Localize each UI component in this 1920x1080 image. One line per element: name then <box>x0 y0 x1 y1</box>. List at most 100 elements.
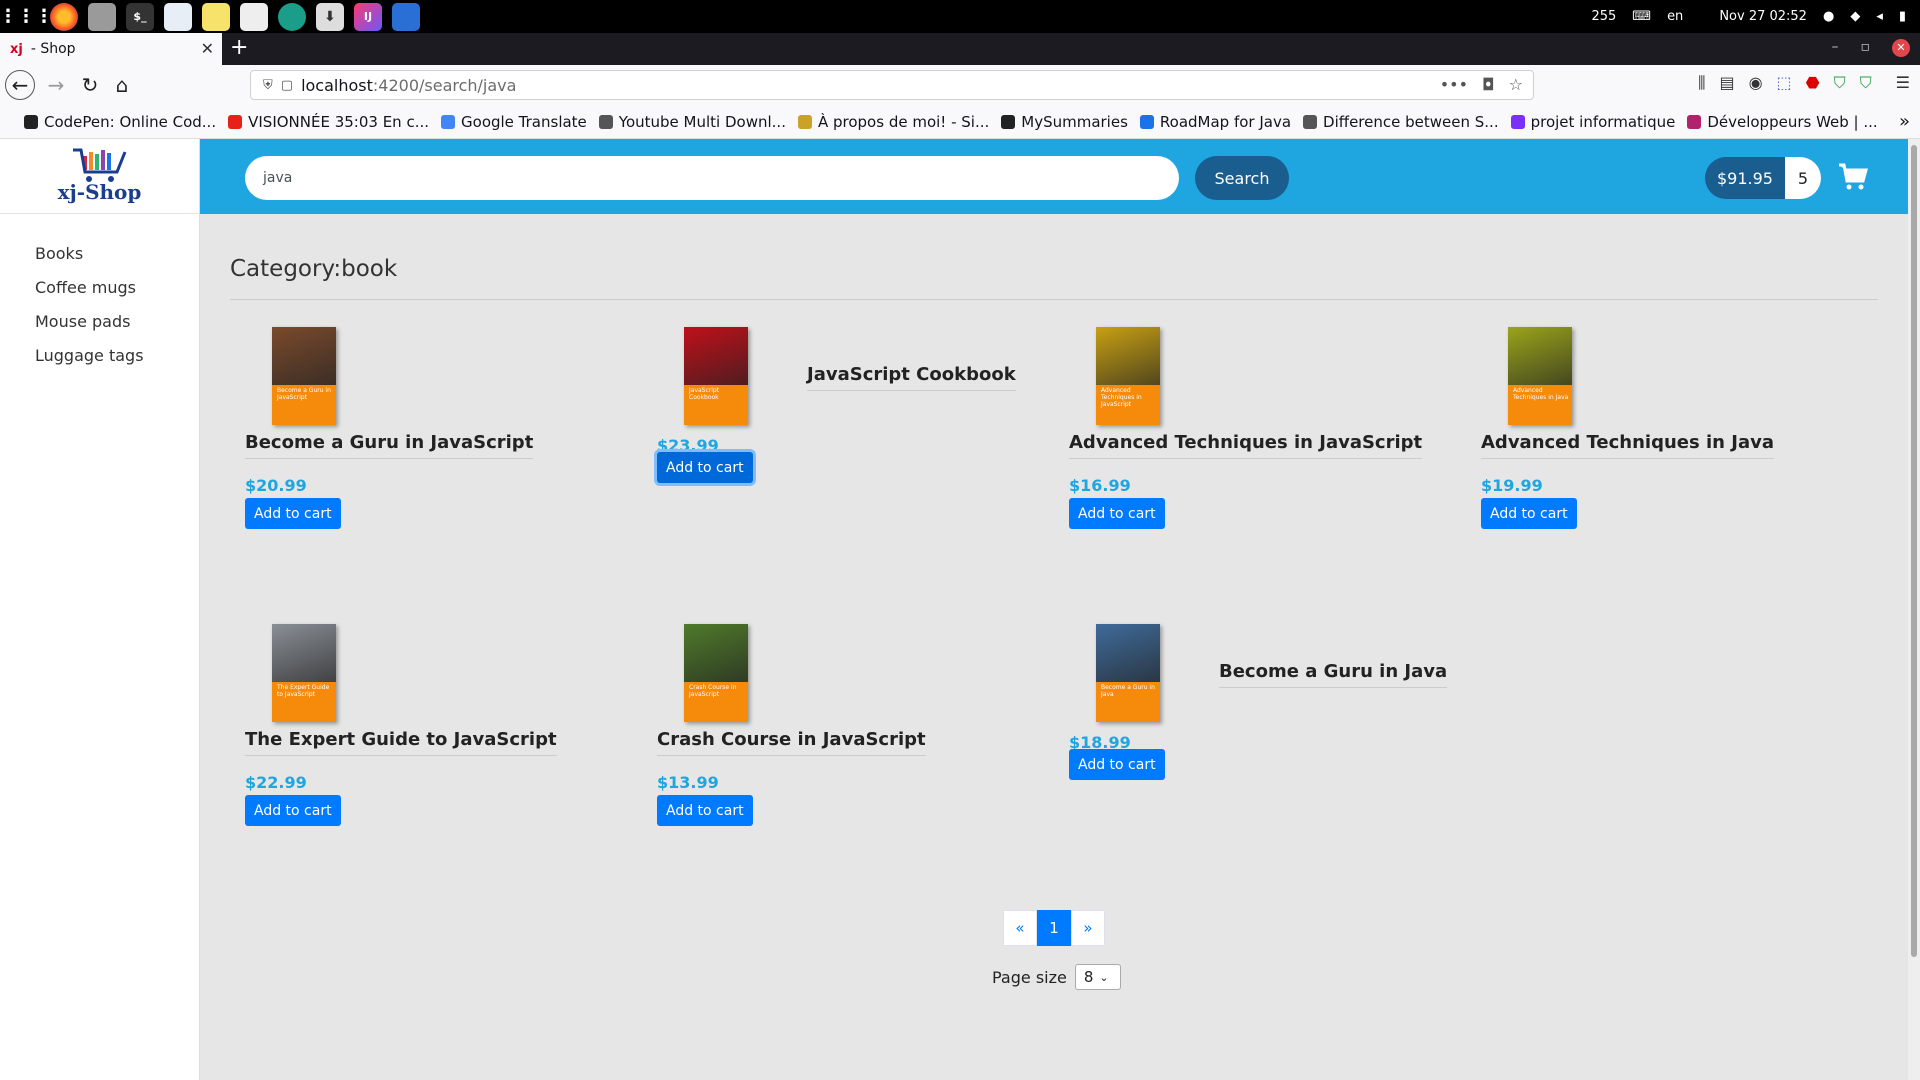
intellij-icon[interactable]: IJ <box>354 2 382 31</box>
bookmark-item[interactable]: MySummaries <box>1001 113 1128 131</box>
shopping-cart-icon[interactable] <box>1838 162 1868 192</box>
category-mouse-pads[interactable]: Mouse pads <box>35 312 199 346</box>
firefox-icon[interactable] <box>50 2 78 31</box>
bookmark-item[interactable]: Youtube Multi Downl... <box>598 112 786 131</box>
add-to-cart-button[interactable]: Add to cart <box>245 795 341 826</box>
bookmark-star-icon[interactable]: ☆ <box>1509 75 1523 94</box>
terminal-icon[interactable]: $_ <box>126 2 154 31</box>
forward-arrow-icon[interactable]: → <box>41 70 71 100</box>
add-to-cart-button[interactable]: Add to cart <box>1069 749 1165 780</box>
volume-icon[interactable]: ◂ <box>1876 9 1883 24</box>
extension-shield-icon[interactable]: ⛉ <box>1860 73 1872 93</box>
library-icon[interactable]: ⫼ <box>1698 73 1705 93</box>
product-name-link[interactable]: Become a Guru in Java <box>1219 661 1448 688</box>
bookmark-label: Youtube Multi Downl... <box>618 112 786 131</box>
pagination-next[interactable]: » <box>1071 910 1105 946</box>
search-button[interactable]: Search <box>1195 156 1289 200</box>
privacy-badger-icon[interactable]: ⛉ <box>1834 73 1846 93</box>
tab-shop[interactable]: xj - Shop ✕ <box>0 33 222 65</box>
category-coffee-mugs[interactable]: Coffee mugs <box>35 278 199 312</box>
clock[interactable]: Nov 27 02:52 <box>1719 9 1807 24</box>
bookmark-item[interactable]: Difference between S... <box>1303 113 1499 131</box>
book-cover-image[interactable]: Become a Guru in JavaScript <box>272 327 336 425</box>
menu-icon[interactable]: ☰ <box>1896 73 1910 93</box>
category-books[interactable]: Books <box>35 244 199 278</box>
bookmark-label: RoadMap for Java <box>1159 112 1292 131</box>
sidebar-toggle-icon[interactable]: ▤ <box>1719 73 1734 93</box>
scrollbar-thumb[interactable] <box>1911 145 1917 957</box>
restore-icon[interactable]: ▫ <box>1861 39 1871 57</box>
bookmark-item[interactable]: CodePen: Online Cod... <box>24 113 216 131</box>
product-name-link[interactable]: Advanced Techniques in Java <box>1481 432 1774 459</box>
add-to-cart-button[interactable]: Add to cart <box>1069 498 1165 529</box>
page-info-icon[interactable]: ▢ <box>281 78 293 93</box>
project-icon <box>1510 114 1525 129</box>
clipboard-icon[interactable] <box>240 2 268 31</box>
cart-total[interactable]: $91.95 <box>1705 157 1785 199</box>
account-icon[interactable]: ◉ <box>1749 73 1763 93</box>
battery-icon[interactable]: ▮ <box>1899 9 1906 24</box>
downloads-icon[interactable]: ⬇ <box>316 2 344 31</box>
add-to-cart-button[interactable]: Add to cart <box>1481 498 1577 529</box>
reload-icon[interactable]: ↻ <box>75 70 105 100</box>
adblock-icon[interactable]: ⬣ <box>1806 73 1820 93</box>
docs-icon[interactable] <box>392 2 420 31</box>
translate-ext-icon[interactable]: ⬚ <box>1777 73 1792 93</box>
finder-icon[interactable] <box>164 2 192 31</box>
product-name-link[interactable]: JavaScript Cookbook <box>807 364 1016 391</box>
add-to-cart-button[interactable]: Add to cart <box>657 452 753 483</box>
language-indicator[interactable]: en <box>1667 9 1683 24</box>
close-window-icon[interactable]: ✕ <box>1892 39 1910 57</box>
youtube-icon <box>228 114 243 129</box>
page-size-select[interactable]: 8 ⌄ <box>1074 964 1121 990</box>
new-tab-icon[interactable]: + <box>230 35 248 60</box>
book-cover-image[interactable]: Crash Course in JavaScript <box>684 624 748 722</box>
wifi-icon[interactable]: ◆ <box>1850 9 1860 24</box>
bookmark-label: CodePen: Online Cod... <box>44 112 217 131</box>
book-cover-image[interactable]: Become a Guru in Java <box>1096 624 1160 722</box>
cart-quantity[interactable]: 5 <box>1785 157 1821 199</box>
pocket-icon[interactable]: ◘ <box>1482 75 1495 94</box>
shield-count[interactable]: 255 <box>1591 9 1616 24</box>
close-tab-icon[interactable]: ✕ <box>201 39 214 58</box>
bookmark-item[interactable]: RoadMap for Java <box>1139 112 1292 131</box>
window-controls: – ▫ ✕ <box>1832 39 1910 57</box>
search-input[interactable]: java <box>245 156 1179 200</box>
notes-icon[interactable] <box>202 2 230 31</box>
category-luggage-tags[interactable]: Luggage tags <box>35 346 199 380</box>
shop-logo[interactable]: xj-Shop <box>0 139 199 214</box>
notification-dot-icon: ● <box>1822 9 1835 24</box>
chrome-icon[interactable] <box>278 2 306 31</box>
bookmark-item[interactable]: Développeurs Web | ... <box>1687 113 1878 131</box>
book-cover-image[interactable]: The Expert Guide to JavaScript <box>272 624 336 722</box>
minimize-icon[interactable]: – <box>1832 39 1839 57</box>
book-cover-image[interactable]: Advanced Techniques in JavaScript <box>1096 327 1160 425</box>
product-name-link[interactable]: Crash Course in JavaScript <box>657 729 926 756</box>
bookmarks-overflow-icon[interactable]: » <box>1899 111 1910 132</box>
shield-icon[interactable]: ⛨ <box>263 78 273 93</box>
add-to-cart-button[interactable]: Add to cart <box>245 498 341 529</box>
url-host: localhost <box>301 75 373 95</box>
home-icon[interactable]: ⌂ <box>107 70 137 100</box>
bookmark-item[interactable]: VISIONNÉE 35:03 En c... <box>228 113 429 131</box>
book-cover-image[interactable]: JavaScript Cookbook <box>684 327 748 425</box>
cover-photo <box>1096 327 1160 385</box>
product-name-link[interactable]: Advanced Techniques in JavaScript <box>1069 432 1423 459</box>
bookmark-item[interactable]: Google Translate <box>441 113 587 131</box>
url-bar[interactable]: ⛨ ▢ localhost:4200/search/java ••• ◘ ☆ <box>250 70 1534 100</box>
bookmark-item[interactable]: À propos de moi! - Si... <box>797 113 989 131</box>
pagination-page-1[interactable]: 1 <box>1037 910 1071 946</box>
product-name-link[interactable]: The Expert Guide to JavaScript <box>245 729 557 756</box>
pagination-prev[interactable]: « <box>1003 910 1037 946</box>
back-arrow-icon[interactable]: ← <box>5 70 35 100</box>
product-name-link[interactable]: Become a Guru in JavaScript <box>245 432 534 459</box>
files-icon[interactable] <box>88 2 116 31</box>
keyboard-icon[interactable]: ⌨ <box>1632 9 1651 24</box>
grid-icon[interactable]: ⋮⋮⋮ <box>0 3 53 31</box>
more-actions-icon[interactable]: ••• <box>1440 75 1468 94</box>
bookmark-label: MySummaries <box>1021 112 1128 131</box>
page-scrollbar[interactable] <box>1908 139 1920 1080</box>
book-cover-image[interactable]: Advanced Techniques in Java <box>1508 327 1572 425</box>
bookmark-item[interactable]: projet informatique <box>1510 113 1675 131</box>
add-to-cart-button[interactable]: Add to cart <box>657 795 753 826</box>
